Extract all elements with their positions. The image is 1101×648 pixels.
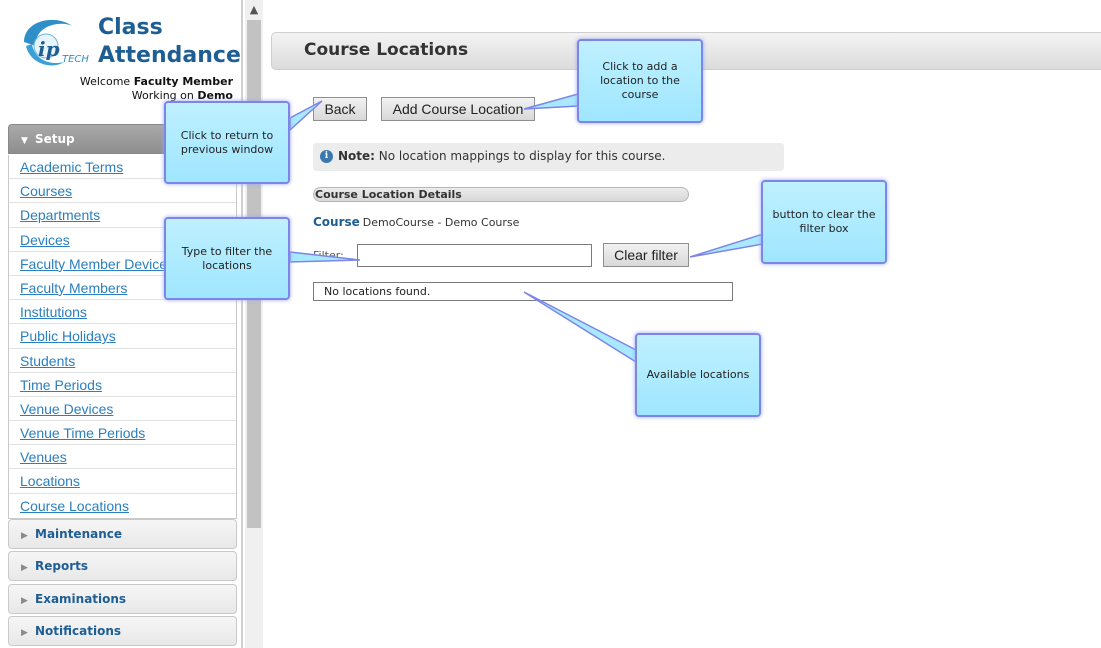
accordion-notifications[interactable]: ▶ Notifications bbox=[8, 616, 237, 646]
menu-link-faculty-member-devices[interactable]: Faculty Member Devices bbox=[20, 256, 174, 272]
menu-link-departments[interactable]: Departments bbox=[20, 207, 100, 223]
caret-right-icon: ▶ bbox=[21, 531, 28, 541]
menu-link-venue-time-periods[interactable]: Venue Time Periods bbox=[20, 425, 145, 441]
filter-input[interactable] bbox=[357, 244, 592, 267]
caret-right-icon: ▶ bbox=[21, 596, 28, 606]
svg-text:TECH: TECH bbox=[62, 54, 89, 65]
callout-pointer-available bbox=[523, 291, 641, 364]
callout-add-location: Click to add a location to the course bbox=[577, 39, 703, 123]
menu-item: Venue Devices bbox=[9, 397, 236, 422]
note-label: Note: bbox=[338, 149, 375, 163]
accordion-reports-label: Reports bbox=[35, 559, 89, 573]
user-name: Faculty Member bbox=[133, 75, 233, 88]
page-title: Course Locations bbox=[304, 40, 469, 60]
welcome-block: Welcome Faculty Member Working on Demo bbox=[80, 75, 233, 103]
app-title-line2: Attendance bbox=[98, 43, 241, 68]
app-title: Class Attendance bbox=[98, 14, 241, 70]
course-label: Course bbox=[313, 215, 360, 229]
iptech-logo: ip TECH bbox=[24, 19, 89, 66]
callout-back: Click to return to previous window bbox=[164, 101, 290, 184]
menu-link-public-holidays[interactable]: Public Holidays bbox=[20, 328, 116, 344]
menu-link-academic-terms[interactable]: Academic Terms bbox=[20, 159, 123, 175]
menu-link-venues[interactable]: Venues bbox=[20, 449, 67, 465]
callout-filter: Type to filter the locations bbox=[164, 217, 290, 300]
course-line: Course DemoCourse - Demo Course bbox=[313, 215, 519, 229]
callout-clear-filter: button to clear the filter box bbox=[761, 180, 887, 264]
setup-menu: Academic Terms Courses Departments Devic… bbox=[8, 155, 237, 519]
accordion-setup-label: Setup bbox=[35, 132, 75, 146]
accordion-examinations[interactable]: ▶ Examinations bbox=[8, 584, 237, 614]
menu-link-time-periods[interactable]: Time Periods bbox=[20, 377, 102, 393]
menu-link-course-locations[interactable]: Course Locations bbox=[20, 498, 129, 514]
info-icon: i bbox=[320, 150, 333, 163]
empty-locations-message: No locations found. bbox=[324, 285, 431, 298]
accordion-examinations-label: Examinations bbox=[35, 592, 127, 606]
caret-right-icon: ▶ bbox=[21, 628, 28, 638]
menu-link-institutions[interactable]: Institutions bbox=[20, 304, 87, 320]
menu-link-faculty-members[interactable]: Faculty Members bbox=[20, 280, 127, 296]
caret-right-icon: ▶ bbox=[21, 563, 28, 573]
sidebar: ip TECH Class Attendance Welcome Faculty… bbox=[0, 0, 243, 648]
app-title-line1: Class bbox=[98, 15, 163, 40]
callout-available-locations: Available locations bbox=[635, 333, 761, 417]
accordion-maintenance[interactable]: ▶ Maintenance bbox=[8, 519, 237, 549]
accordion-notifications-label: Notifications bbox=[35, 624, 122, 638]
menu-item: Students bbox=[9, 349, 236, 373]
filter-label: Filter: bbox=[313, 249, 344, 262]
menu-item: Institutions bbox=[9, 300, 236, 325]
course-value: DemoCourse - Demo Course bbox=[362, 216, 520, 229]
scroll-up-arrow-icon[interactable]: ▲ bbox=[245, 0, 263, 20]
add-course-location-button[interactable]: Add Course Location bbox=[381, 97, 535, 121]
menu-link-venue-devices[interactable]: Venue Devices bbox=[20, 401, 113, 417]
menu-link-courses[interactable]: Courses bbox=[20, 183, 72, 199]
callout-pointer-clear bbox=[689, 232, 764, 258]
svg-text:ip: ip bbox=[38, 37, 60, 61]
menu-link-students[interactable]: Students bbox=[20, 353, 75, 369]
menu-item: Venues bbox=[9, 445, 236, 470]
note-text: No location mappings to display for this… bbox=[378, 149, 666, 163]
menu-item: Venue Time Periods bbox=[9, 421, 236, 446]
accordion-maintenance-label: Maintenance bbox=[35, 527, 123, 541]
menu-link-devices[interactable]: Devices bbox=[20, 232, 70, 248]
menu-item: Public Holidays bbox=[9, 324, 236, 349]
menu-item: Course Locations bbox=[9, 494, 236, 518]
note-message: i Note: No location mappings to display f… bbox=[313, 143, 784, 171]
menu-link-locations[interactable]: Locations bbox=[20, 473, 80, 489]
clear-filter-button[interactable]: Clear filter bbox=[603, 243, 689, 267]
section-title: Course Location Details bbox=[313, 187, 689, 202]
sidebar-scrollbar[interactable]: ▲ bbox=[245, 0, 263, 648]
back-button[interactable]: Back bbox=[313, 97, 367, 121]
menu-item: Locations bbox=[9, 469, 236, 494]
menu-item: Time Periods bbox=[9, 373, 236, 397]
accordion-reports[interactable]: ▶ Reports bbox=[8, 551, 237, 581]
welcome-prefix: Welcome bbox=[79, 75, 131, 88]
caret-down-icon: ▼ bbox=[21, 136, 28, 146]
locations-list: No locations found. bbox=[313, 282, 733, 301]
